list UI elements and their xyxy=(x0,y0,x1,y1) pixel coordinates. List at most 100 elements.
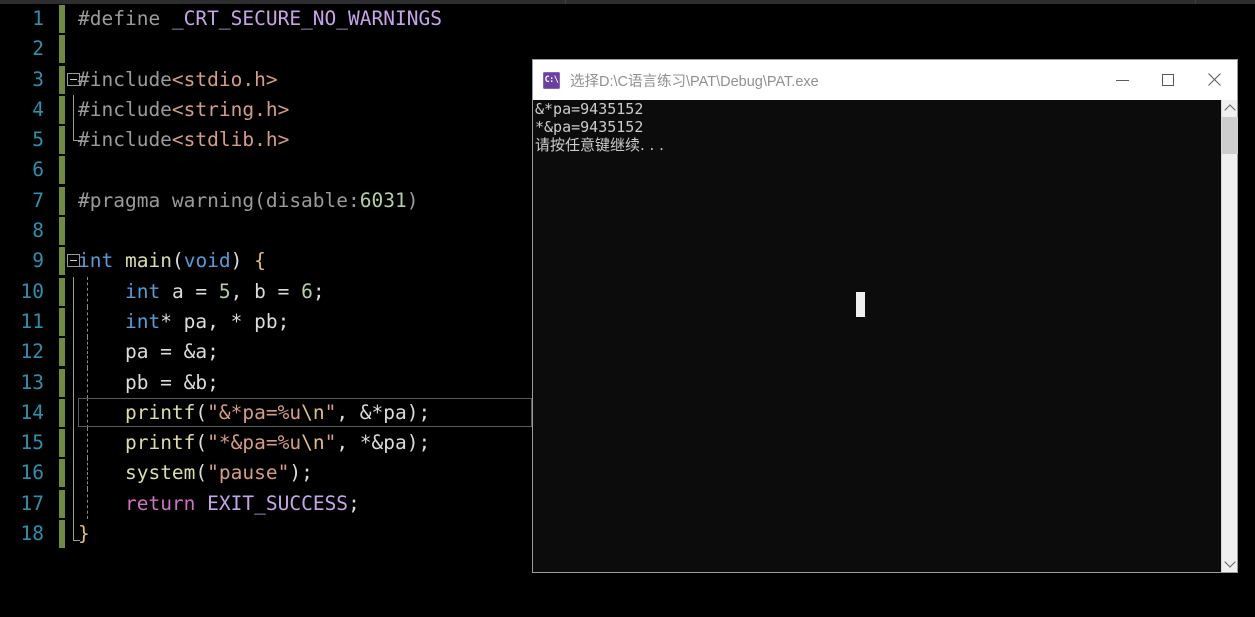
change-bar xyxy=(59,489,65,518)
console-titlebar[interactable]: C:\ 选择D:\C语言练习\PAT\Debug\PAT.exe xyxy=(533,60,1237,101)
line-number: 18 xyxy=(20,522,44,546)
change-bar xyxy=(59,429,65,458)
line-number: 17 xyxy=(20,491,44,515)
code-token: system xyxy=(124,461,196,485)
code-token: "*&pa=%u xyxy=(207,431,302,455)
console-window[interactable]: C:\ 选择D:\C语言练习\PAT\Debug\PAT.exe &*pa=94… xyxy=(532,59,1238,573)
mouse-text-cursor xyxy=(856,292,865,317)
code-token: ; xyxy=(348,491,360,515)
chevron-up-icon xyxy=(1224,104,1236,116)
code-token: printf xyxy=(124,431,196,455)
line-number: 1 xyxy=(32,7,44,30)
code-token: <stdio.h> xyxy=(171,67,278,91)
line-number: 10 xyxy=(20,279,44,303)
line-number: 3 xyxy=(32,67,44,91)
code-token: void xyxy=(183,249,231,273)
code-token: printf xyxy=(124,400,196,424)
code-token: , b = xyxy=(230,279,302,303)
code-token: EXIT_SUCCESS xyxy=(207,491,349,515)
code-token: ( xyxy=(195,431,208,455)
maximize-icon xyxy=(1162,74,1174,86)
code-token: "pause" xyxy=(207,461,290,485)
line-number: 15 xyxy=(20,431,44,455)
code-text: pb = &b; xyxy=(78,368,219,398)
maximize-button[interactable] xyxy=(1145,60,1191,100)
code-token: #pragma warning(disable: xyxy=(78,188,360,212)
line-number: 11 xyxy=(20,309,44,333)
fold-guide-line xyxy=(73,94,74,126)
code-token: " xyxy=(324,431,337,455)
close-button[interactable] xyxy=(1191,60,1237,100)
code-text: } xyxy=(78,519,90,549)
console-output-text: &*pa=9435152 *&pa=9435152 请按任意键继续. . . xyxy=(535,100,664,154)
code-text: #pragma warning(disable:6031) xyxy=(78,186,418,216)
change-bar xyxy=(59,368,65,397)
line-number: 7 xyxy=(32,188,44,212)
code-token: "&*pa=%u xyxy=(207,400,302,424)
console-output-area[interactable]: &*pa=9435152 *&pa=9435152 请按任意键继续. . . xyxy=(533,100,1237,572)
console-scrollbar[interactable] xyxy=(1221,100,1238,572)
line-number: 5 xyxy=(32,128,44,152)
change-bar xyxy=(59,307,65,336)
line-number: 2 xyxy=(32,37,44,61)
scrollbar-thumb[interactable] xyxy=(1222,117,1238,154)
code-text: int a = 5, b = 6; xyxy=(78,277,325,307)
change-bar xyxy=(59,186,65,215)
change-bar xyxy=(59,459,65,488)
code-token: 5 xyxy=(218,279,231,303)
code-token: 6 xyxy=(301,279,313,303)
code-token: pb = &b; xyxy=(78,370,219,394)
fold-guide-line-main xyxy=(73,458,74,489)
code-token: ; xyxy=(312,279,325,303)
code-token: ( xyxy=(195,400,208,424)
code-text: system("pause"); xyxy=(78,458,313,488)
code-token: #include xyxy=(78,128,172,152)
change-bar xyxy=(59,247,65,276)
change-bar xyxy=(59,338,65,367)
code-token: ( xyxy=(195,461,208,485)
code-text: int main(void) { xyxy=(78,246,266,276)
line-number: 8 xyxy=(32,219,44,243)
scroll-up-arrow-icon[interactable] xyxy=(1222,100,1238,117)
line-number: 9 xyxy=(32,249,44,273)
change-bar xyxy=(59,95,65,124)
line-number: 14 xyxy=(20,400,44,424)
change-bar xyxy=(59,65,65,94)
code-token: \n xyxy=(301,431,325,455)
code-token: #include xyxy=(78,67,172,91)
code-token: <string.h> xyxy=(171,97,290,121)
code-token: a = xyxy=(160,279,219,303)
minimize-button[interactable] xyxy=(1099,60,1145,100)
code-token: return xyxy=(124,491,196,515)
fold-guide-line-main xyxy=(73,488,74,520)
console-window-title: 选择D:\C语言练习\PAT\Debug\PAT.exe xyxy=(570,73,819,90)
change-bar xyxy=(59,217,65,246)
scroll-down-arrow-icon[interactable] xyxy=(1222,555,1238,572)
code-token: ) xyxy=(406,188,419,212)
fold-guide-line-main xyxy=(73,306,74,338)
fold-guide-line-end xyxy=(73,125,81,142)
code-text: #include<string.h> xyxy=(78,95,289,125)
code-token: " xyxy=(324,400,337,424)
fold-guide-line-close xyxy=(73,519,80,542)
code-token: , *&pa); xyxy=(336,431,431,455)
line-number: 16 xyxy=(20,461,44,485)
change-bar xyxy=(59,156,65,185)
code-token: int xyxy=(124,279,161,303)
code-line-1[interactable]: 1 #define _CRT_SECURE_NO_WARNINGS xyxy=(0,4,1255,34)
code-token: ( xyxy=(171,249,184,273)
fold-guide-line-main xyxy=(73,367,74,398)
code-token: pa = &a; xyxy=(78,340,219,364)
code-token: #include xyxy=(78,97,172,121)
code-text: #define _CRT_SECURE_NO_WARNINGS xyxy=(78,4,442,34)
fold-guide-line-main xyxy=(73,276,74,307)
console-line: *&pa=9435152 xyxy=(535,118,644,136)
code-text: printf("&*pa=%u\n", &*pa); xyxy=(78,398,430,428)
